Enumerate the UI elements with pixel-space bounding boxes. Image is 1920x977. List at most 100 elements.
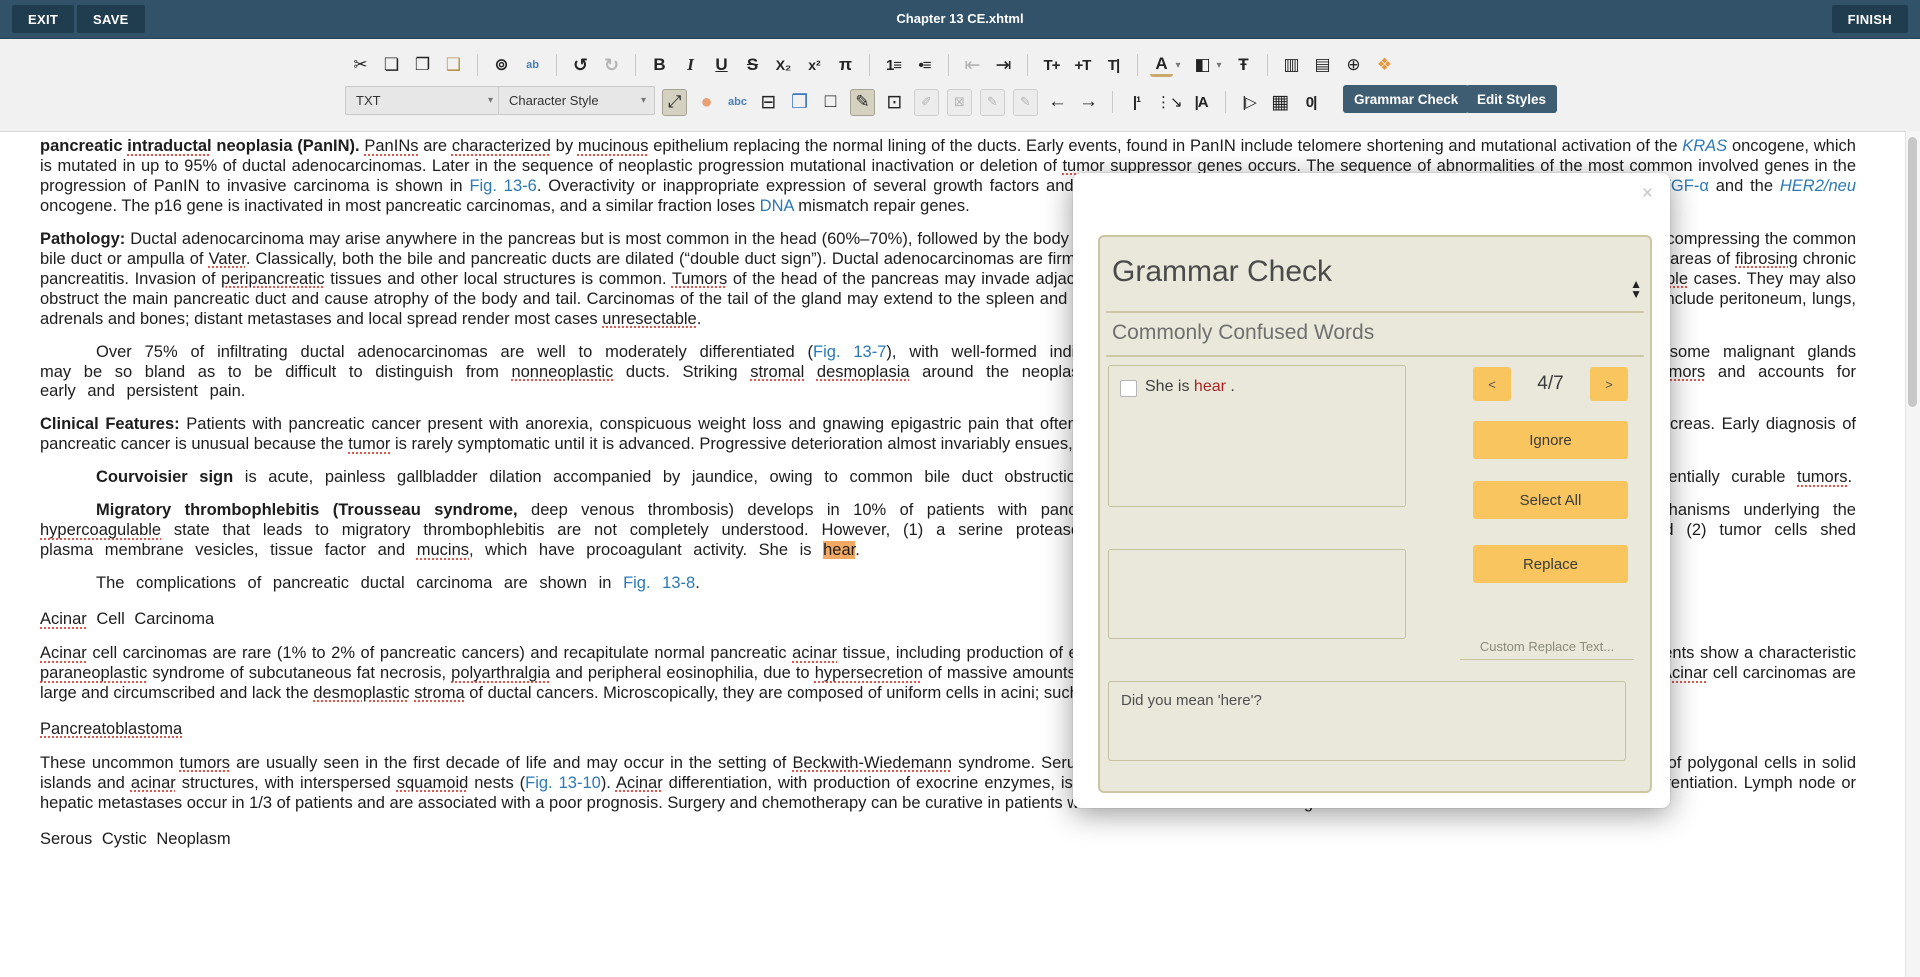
text-block-icon[interactable]: T| (1102, 53, 1125, 78)
line-number-icon[interactable]: |¹ (1125, 90, 1148, 115)
subscript-icon[interactable]: X₂ (772, 53, 795, 78)
vertical-scrollbar[interactable] (1905, 131, 1920, 977)
insert-text-after-icon[interactable]: +T (1071, 53, 1094, 78)
unordered-list-icon[interactable]: •≡ (913, 53, 936, 78)
text-segment: Cell Carcinoma (87, 610, 214, 628)
highlight-icon[interactable]: ◧ (1191, 53, 1214, 78)
replace-button[interactable]: Replace (1473, 545, 1628, 583)
figure-link[interactable]: Fig. 13-7 (813, 343, 886, 361)
indent-icon[interactable]: ⇥ (992, 53, 1015, 78)
text-segment: tissues and other local structures is co… (325, 270, 672, 288)
fit-view-icon[interactable]: ⤢ (662, 89, 687, 116)
text-segment: structures, with interspersed (176, 774, 397, 792)
figure-link[interactable]: HER2/neu (1780, 177, 1856, 195)
underline-icon[interactable]: U (710, 53, 733, 78)
sort-order-icon[interactable]: ⋮↘ (1156, 90, 1182, 115)
ordered-list-icon[interactable]: 1≡ (882, 53, 905, 78)
text-segment: desmoplastic (313, 684, 409, 702)
character-style-value: Character Style (509, 93, 599, 108)
find-icon[interactable]: ⊚ (490, 53, 513, 78)
toolbar-separator (1267, 54, 1268, 76)
toolbar-separator (1137, 54, 1138, 76)
text-segment: tumors (180, 754, 230, 772)
figure-link[interactable]: Fig. 13-8 (623, 574, 695, 592)
strikethrough-icon[interactable]: S (741, 53, 764, 78)
add-person-icon[interactable]: ⊕ (1342, 53, 1365, 78)
figure-link[interactable]: Fig. 13-6 (469, 177, 536, 195)
spinner-icon[interactable]: ▲ ▼ (1630, 279, 1642, 299)
find-replace-icon[interactable]: ab (521, 53, 544, 78)
arrow-left-icon[interactable]: ← (1046, 90, 1069, 115)
prev-match-button[interactable]: < (1473, 367, 1511, 401)
next-match-button[interactable]: > (1590, 367, 1628, 401)
highlight-caret-icon[interactable]: ▾ (1214, 53, 1224, 78)
custom-replace-input[interactable] (1460, 633, 1634, 660)
text-segment: Serous Cystic Neoplasm (40, 830, 231, 848)
paste-style-icon[interactable]: ❑ (442, 53, 465, 78)
play-marker-icon[interactable]: |▷ (1238, 90, 1261, 115)
font-color-caret-icon[interactable]: ▾ (1173, 53, 1183, 78)
toolbar-row-2: ⤢●abc⊟❒□✎⊡✐⊠✎✎←→|¹⋮↘|A|▷▦0| (658, 87, 1327, 117)
text-segment: Acinar (40, 644, 87, 662)
grid-icon[interactable]: ▦ (1269, 90, 1292, 115)
insert-text-before-icon[interactable]: T+ (1040, 53, 1063, 78)
frame-icon[interactable]: □ (819, 90, 842, 115)
edit-box-icon[interactable]: ⊡ (883, 90, 906, 115)
document-title: Chapter 13 CE.xhtml (0, 0, 1920, 38)
layers-icon[interactable]: ❖ (1373, 53, 1396, 78)
zero-marker-icon[interactable]: 0| (1300, 90, 1323, 115)
secondary-box (1108, 549, 1406, 639)
superscript-icon[interactable]: x² (803, 53, 826, 78)
close-icon[interactable]: × (1642, 183, 1653, 205)
top-bar: EXIT SAVE Chapter 13 CE.xhtml FINISH (0, 0, 1920, 39)
toolbar-separator (635, 54, 636, 76)
chevron-down-icon: ▾ (488, 95, 493, 106)
font-color-icon[interactable]: A (1150, 54, 1173, 77)
paste-icon[interactable]: ❐ (411, 53, 434, 78)
text-segment: squamoid (397, 774, 469, 792)
figure-link[interactable]: Fig. 13-10 (525, 774, 601, 792)
spellcheck-icon[interactable]: abc (726, 90, 749, 115)
text-segment: desmoplasia (817, 363, 910, 381)
finish-button[interactable]: FINISH (1832, 5, 1908, 33)
select-all-button[interactable]: Select All (1473, 481, 1628, 519)
copy-icon[interactable]: ❏ (380, 53, 403, 78)
clear-format-icon[interactable]: Ŧ (1232, 53, 1255, 78)
figure-link[interactable]: DNA (760, 197, 794, 215)
cut-icon[interactable]: ✂ (349, 53, 372, 78)
toolbar-separator (948, 54, 949, 76)
pencil-alt-icon: ✎ (980, 89, 1005, 116)
arrow-right-icon[interactable]: → (1077, 90, 1100, 115)
comment-icon[interactable]: ● (695, 90, 718, 115)
book-icon[interactable]: ▤ (1311, 53, 1334, 78)
figure-link[interactable]: KRAS (1682, 137, 1727, 155)
toolbar-separator (1027, 54, 1028, 76)
spinner-down-icon[interactable]: ▼ (1630, 289, 1642, 299)
text-segment: epithelium replacing the normal lining o… (648, 137, 1682, 155)
toolbar-separator (477, 54, 478, 76)
edit-pencil-icon[interactable]: ✎ (850, 89, 875, 116)
undo-icon[interactable]: ↺ (569, 53, 592, 78)
character-style-select[interactable]: Character Style ▾ (498, 86, 655, 115)
toolbar-separator (1225, 91, 1226, 113)
math-icon[interactable]: π (834, 53, 857, 78)
text-segment: . (697, 310, 702, 328)
grammar-check-button[interactable]: Grammar Check (1343, 85, 1469, 113)
review-lookup-icon[interactable]: ▥ (1280, 53, 1303, 78)
table-icon[interactable]: ⊟ (757, 90, 780, 115)
text-segment: mismatch repair genes. (794, 197, 970, 215)
text-segment: hypersecretion (815, 664, 923, 682)
italic-icon[interactable]: I (679, 53, 702, 78)
scrollbar-thumb[interactable] (1908, 137, 1917, 407)
bold-icon[interactable]: B (648, 53, 671, 78)
line-style-icon[interactable]: |A (1190, 90, 1213, 115)
text-segment: tumors (1797, 468, 1847, 486)
text-segment: . (1847, 468, 1852, 486)
ignore-button[interactable]: Ignore (1473, 421, 1628, 459)
text-segment: , which have procoagulant activity. She … (469, 541, 823, 559)
block-style-select[interactable]: TXT ▾ (345, 86, 502, 115)
page-curl-icon[interactable]: ❒ (788, 90, 811, 115)
sentence-checkbox[interactable] (1120, 380, 1137, 397)
subtitle-divider (1106, 355, 1644, 357)
edit-styles-button[interactable]: Edit Styles (1466, 85, 1557, 113)
